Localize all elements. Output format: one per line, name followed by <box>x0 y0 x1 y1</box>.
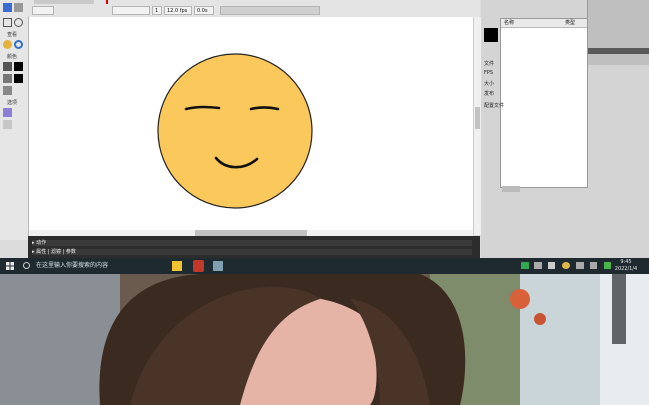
taskbar-clock[interactable]: 9:45 2022/1/4 <box>611 259 641 273</box>
snap-option-icon[interactable] <box>3 108 12 117</box>
prop-label-2: FPS <box>484 70 494 76</box>
actions-properties-panel: ▸ 动作 ▸ 属性 | 滤镜 | 参数 <box>28 236 480 258</box>
file-explorer-icon[interactable] <box>172 261 182 271</box>
zoom-tool-icon[interactable] <box>14 40 23 49</box>
webcam-image <box>0 274 649 405</box>
taskbar-app-icon[interactable] <box>213 261 223 271</box>
timeline-scrollbar[interactable] <box>220 6 320 15</box>
prop-label-5: 配置文件 <box>484 103 505 109</box>
windows-taskbar: 在这里输入你要搜索的内容 9:45 2022/1/4 <box>0 258 649 274</box>
frame-number: 1 <box>152 6 162 15</box>
far-right-divider <box>588 48 649 54</box>
stroke-swatch-icon[interactable] <box>14 62 23 71</box>
taskbar-search-input[interactable]: 在这里输入你要搜索的内容 <box>36 260 171 272</box>
tray-icon-2[interactable] <box>534 262 542 269</box>
selection-tool-icon[interactable] <box>3 3 12 12</box>
far-right-panel <box>587 0 649 65</box>
library-panel: 名称 类型 <box>500 18 588 188</box>
fps-readout[interactable]: 12.0 fps <box>164 6 192 15</box>
clock-date: 2022/1/4 <box>614 266 638 272</box>
vscroll-thumb[interactable] <box>475 107 480 129</box>
webcam-video-frame <box>0 274 649 405</box>
subselect-tool-icon[interactable] <box>14 3 23 12</box>
fill-swatch-icon[interactable] <box>14 74 23 83</box>
tray-icon-4[interactable] <box>562 262 570 269</box>
library-col-name[interactable]: 名称 <box>504 19 514 27</box>
timeline-controls[interactable] <box>32 6 54 15</box>
prop-label-3: 大小 <box>484 81 495 87</box>
view-label: 查看 <box>7 32 18 38</box>
stroke-color-icon[interactable] <box>3 62 12 71</box>
flash-app-icon[interactable] <box>193 260 204 272</box>
clock-time: 9:45 <box>620 259 632 265</box>
smiley-face-shape[interactable] <box>157 53 313 209</box>
smooth-option-icon[interactable] <box>3 120 12 129</box>
library-header: 名称 类型 <box>501 19 587 28</box>
hand-tool-icon[interactable] <box>3 40 12 49</box>
prop-label-4: 发布 <box>484 91 495 97</box>
input-method-icon[interactable] <box>604 262 611 269</box>
properties-panel-header[interactable]: ▸ 属性 | 滤镜 | 参数 <box>32 249 472 255</box>
volume-icon[interactable] <box>590 262 597 269</box>
line-tool-icon[interactable] <box>3 18 12 27</box>
windows-start-icon[interactable] <box>6 262 14 270</box>
stage-canvas[interactable] <box>29 17 473 235</box>
timeline-ruler <box>34 0 94 4</box>
library-footer-buttons[interactable] <box>502 186 520 192</box>
actions-panel-header[interactable]: ▸ 动作 <box>32 240 472 246</box>
library-col-type[interactable]: 类型 <box>565 19 575 27</box>
stage-drawing <box>157 53 313 209</box>
tray-green-icon[interactable] <box>521 262 529 269</box>
stage-vertical-scrollbar[interactable] <box>473 17 481 235</box>
prop-label-1: 文件 <box>484 61 495 67</box>
swap-colors-icon[interactable] <box>3 86 12 95</box>
search-icon[interactable] <box>23 262 30 269</box>
oval-tool-icon[interactable] <box>14 18 23 27</box>
color-label: 颜色 <box>7 54 18 60</box>
options-label: 选项 <box>7 100 18 106</box>
network-icon[interactable] <box>576 262 584 269</box>
fill-color-icon[interactable] <box>3 74 12 83</box>
library-preview <box>484 28 498 42</box>
timeline-bar: 1 12.0 fps 0.0s <box>28 0 480 18</box>
time-readout: 0.0s <box>194 6 214 15</box>
onion-skin-buttons[interactable] <box>112 6 150 15</box>
tools-panel: 查看 颜色 选项 <box>0 0 29 240</box>
tray-icon-3[interactable] <box>548 262 555 269</box>
playhead[interactable] <box>106 0 108 4</box>
